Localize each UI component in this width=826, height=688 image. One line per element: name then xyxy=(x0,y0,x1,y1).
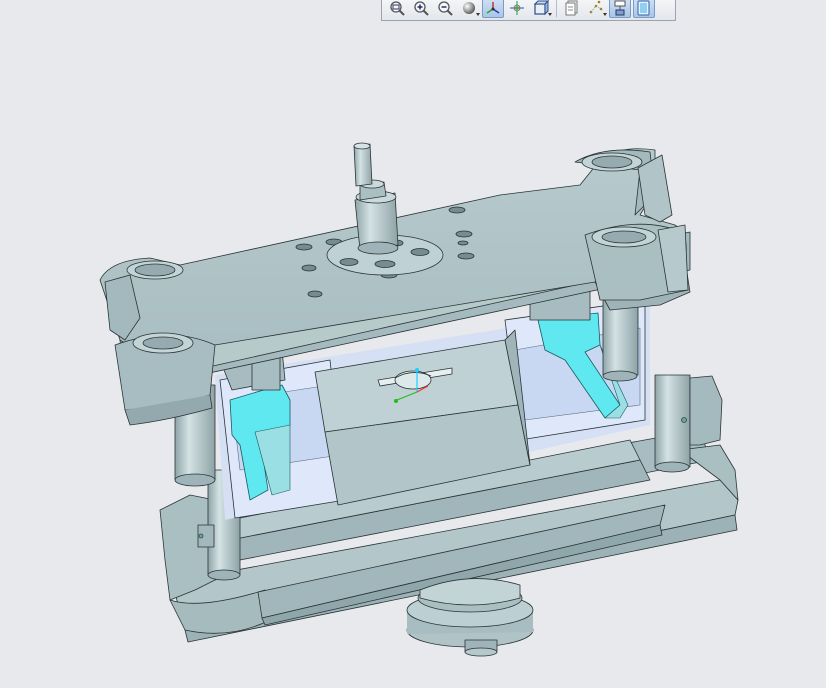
die-set-3d-model[interactable] xyxy=(0,0,826,688)
graphics-viewport[interactable] xyxy=(0,0,826,688)
